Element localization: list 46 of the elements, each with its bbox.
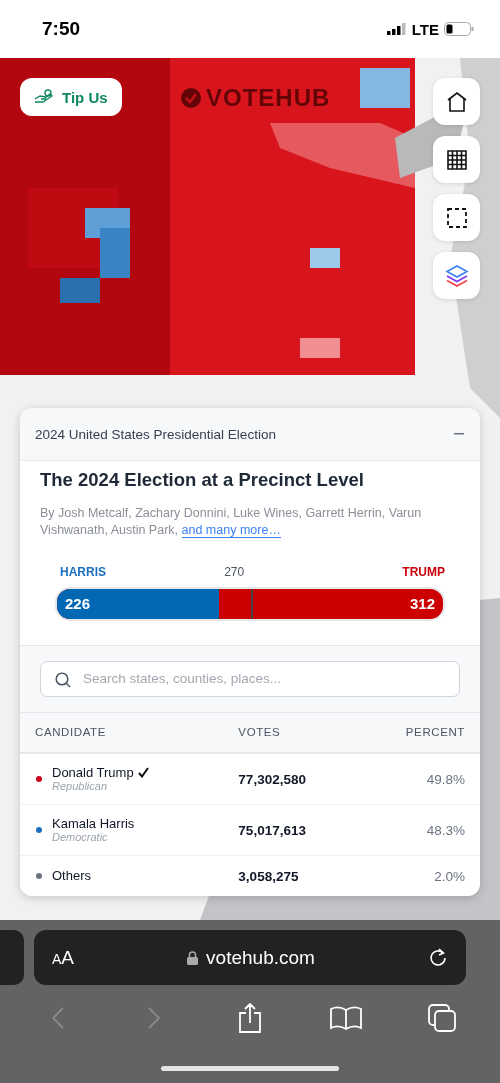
tip-us-button[interactable]: Tip Us [20,78,122,116]
lock-icon [187,950,199,965]
map-tool-button[interactable] [433,78,480,125]
signal-icon [386,23,407,35]
candidate-label: TRUMP [402,564,445,579]
party-name: Republican [52,780,108,793]
column-header: PERCENT [405,726,465,739]
map-tool-button[interactable] [433,136,480,183]
home-icon [445,90,468,113]
vote-count: 75,017,613 [238,822,306,838]
network-label: LTE [411,20,439,38]
map-tool-button[interactable] [433,194,480,241]
hand-coin-icon [34,89,54,105]
search-icon [55,671,71,688]
check-circle-icon [180,87,202,109]
vote-count: 77,302,580 [238,771,306,787]
threshold-label: 270 [224,564,245,579]
candidate-name: Kamala Harris [52,816,135,832]
vote-percent: 2.0% [434,868,465,884]
more-authors-link[interactable]: and many more… [181,522,281,538]
electoral-count: 312 [409,594,435,615]
logo-text: VOTEHUB [206,84,331,112]
candidate-name: Donald Trump [52,765,134,781]
panel-title: The 2024 Election at a Precinct Level [40,469,365,491]
column-header: CANDIDATE [35,726,106,739]
url-text: votehub.com [206,946,315,969]
vote-count: 3,058,275 [238,868,299,884]
text-size-button[interactable]: AA [52,946,75,969]
battery-icon [444,22,474,36]
candidate-name: Others [52,868,91,884]
status-time: 7:50 [42,18,81,40]
selection-icon [446,207,467,228]
vote-percent: 49.8% [426,771,465,787]
electoral-count: 226 [65,594,91,615]
vote-percent: 48.3% [426,822,465,838]
search-field[interactable]: Search states, counties, places... [40,660,460,697]
address-bar[interactable]: AA votehub.com [34,930,466,985]
layers-icon [444,263,469,288]
reload-icon[interactable] [428,947,448,968]
candidate-label: HARRIS [60,564,106,579]
party-name: Democratic [52,831,108,844]
byline: By Josh Metcalf, Zachary Donnini, Luke Wines, Garrett Herrin, Varun Vishwanath, Austin Park, and many more… [40,505,423,539]
panel-header-title: 2024 United States Presidential Election [35,426,276,442]
grid-icon [446,149,467,170]
column-header: VOTES [238,726,281,739]
tab-preview[interactable] [0,930,24,985]
